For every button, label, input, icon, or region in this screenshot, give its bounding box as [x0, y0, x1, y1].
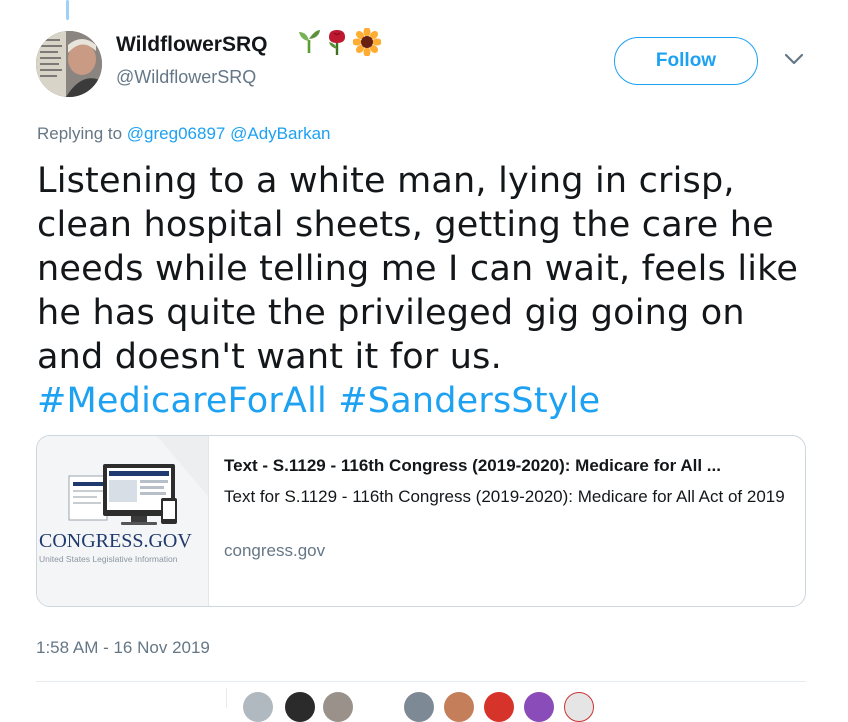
card-domain: congress.gov [224, 541, 326, 560]
liker-avatar[interactable] [243, 692, 273, 722]
tweet-body: Listening to a white man, lying in crisp… [37, 161, 799, 377]
card-thumbnail: CONGRESS.GOV United States Legislative I… [37, 436, 209, 606]
liker-avatar[interactable] [323, 692, 353, 722]
liker-avatar[interactable] [285, 692, 315, 722]
author-display-name[interactable]: WildflowerSRQ [116, 33, 267, 57]
avatar-image [36, 31, 102, 97]
reply-context: Replying to @greg06897 @AdyBarkan [37, 124, 331, 144]
tweet-timestamp[interactable]: 1:58 AM - 16 Nov 2019 [36, 638, 210, 658]
liker-avatar[interactable] [484, 692, 514, 722]
card-title: Text - S.1129 - 116th Congress (2019-202… [224, 456, 721, 475]
stats-separator [226, 688, 227, 708]
avatar[interactable] [36, 31, 102, 97]
liker-avatar[interactable] [524, 692, 554, 722]
card-description: Text for S.1129 - 116th Congress (2019-2… [224, 487, 785, 506]
liker-avatar[interactable] [404, 692, 434, 722]
name-emojis [297, 28, 381, 56]
author-handle[interactable]: @WildflowerSRQ [116, 67, 256, 88]
sunflower-icon [353, 28, 381, 56]
seedling-icon [299, 30, 320, 53]
hashtag-link[interactable]: #SandersStyle [338, 381, 600, 421]
congress-tagline: United States Legislative Information [39, 554, 178, 564]
congress-logo-text: CONGRESS.GOV [39, 530, 192, 552]
stats-divider [36, 681, 806, 682]
link-preview-card[interactable]: CONGRESS.GOV United States Legislative I… [36, 435, 806, 607]
liker-avatar[interactable] [444, 692, 474, 722]
congress-gov-logo-image: CONGRESS.GOV United States Legislative I… [37, 436, 208, 606]
hashtag-link[interactable]: #MedicareForAll [37, 381, 327, 421]
follow-button[interactable]: Follow [614, 37, 758, 85]
rose-icon [329, 30, 345, 55]
chevron-down-icon[interactable] [783, 52, 805, 66]
liker-avatar[interactable] [564, 692, 594, 722]
reply-prefix: Replying to [37, 124, 123, 143]
thread-connector-line [66, 0, 69, 20]
mention-link[interactable]: @AdyBarkan [230, 124, 330, 143]
tweet-text: Listening to a white man, lying in crisp… [37, 159, 817, 423]
mention-link[interactable]: @greg06897 [127, 124, 226, 143]
